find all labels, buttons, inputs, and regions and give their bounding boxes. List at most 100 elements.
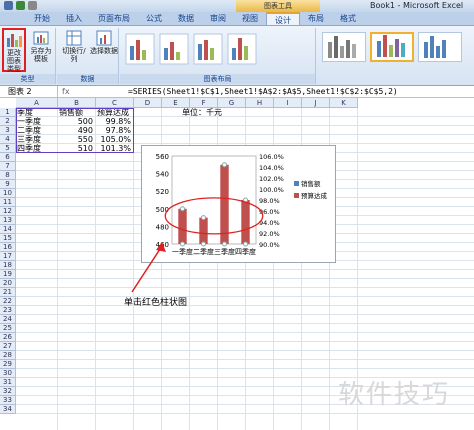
row-header[interactable]: 8 [0, 171, 16, 180]
chart-style-3[interactable] [418, 32, 462, 62]
row-header[interactable]: 14 [0, 225, 16, 234]
row-header[interactable]: 1 [0, 108, 16, 117]
template-icon [33, 31, 49, 45]
y-tick-label: 540 [156, 171, 169, 179]
row-header[interactable]: 28 [0, 351, 16, 360]
column-header[interactable]: J [302, 98, 330, 108]
bar[interactable] [220, 164, 229, 244]
chart-style-1[interactable] [322, 32, 366, 62]
row-header[interactable]: 26 [0, 333, 16, 342]
y-tick-label: 480 [156, 223, 169, 231]
row-header[interactable]: 16 [0, 243, 16, 252]
row-header[interactable]: 22 [0, 297, 16, 306]
formula-input[interactable]: =SERIES(Sheet1!$C$1,Sheet1!$A$2:$A$5,She… [128, 86, 398, 98]
save-template-button[interactable]: 另存为 模板 [29, 28, 53, 63]
selection-handle [243, 241, 248, 247]
bar[interactable] [199, 217, 208, 244]
row-header[interactable]: 25 [0, 324, 16, 333]
column-header[interactable]: H [246, 98, 274, 108]
chart-layouts-gallery[interactable] [120, 28, 316, 72]
tab-1[interactable]: 插入 [58, 12, 90, 25]
selection-handle [222, 162, 227, 168]
fx-icon[interactable]: fx [62, 86, 120, 98]
column-header[interactable]: I [274, 98, 302, 108]
x-tick-label: 二季度 [193, 247, 214, 256]
row-header[interactable]: 11 [0, 198, 16, 207]
y2-tick-label: 104.0% [259, 164, 284, 172]
tab-0[interactable]: 开始 [26, 12, 58, 25]
data-range-border [16, 108, 134, 153]
unit-label[interactable]: 单位：千元 [182, 108, 222, 117]
row-header[interactable]: 2 [0, 117, 16, 126]
column-header[interactable]: A [16, 98, 58, 108]
tab-5[interactable]: 审阅 [202, 12, 234, 25]
legend-label: 预算达成 [301, 191, 328, 200]
switch-icon [66, 30, 82, 46]
row-header[interactable]: 34 [0, 405, 16, 414]
selection-handle [201, 215, 206, 221]
row-header[interactable]: 32 [0, 387, 16, 396]
column-header[interactable]: G [218, 98, 246, 108]
row-header[interactable]: 19 [0, 270, 16, 279]
row-header[interactable]: 21 [0, 288, 16, 297]
column-header[interactable]: D [134, 98, 162, 108]
row-header[interactable]: 5 [0, 144, 16, 153]
bar[interactable] [241, 200, 250, 244]
column-header[interactable]: B [58, 98, 96, 108]
row-header[interactable]: 17 [0, 252, 16, 261]
chart-tools-label: 图表工具 [236, 0, 320, 12]
row-header[interactable]: 6 [0, 153, 16, 162]
column-header[interactable]: C [96, 98, 134, 108]
row-header[interactable]: 10 [0, 189, 16, 198]
row-header[interactable]: 29 [0, 360, 16, 369]
selection-handle [222, 241, 227, 247]
save-template-label: 另存为 模板 [30, 47, 52, 63]
title-bar: 图表工具 Book1 - Microsoft Excel [0, 0, 474, 12]
tab-7[interactable]: 设计 [266, 12, 300, 25]
row-header[interactable]: 3 [0, 126, 16, 135]
switch-row-col-button[interactable]: 切换行/列 [59, 30, 89, 63]
save-icon[interactable] [4, 1, 13, 10]
selection-handle [180, 241, 185, 247]
watermark: 软件技巧 [338, 380, 451, 410]
column-header[interactable]: K [330, 98, 358, 108]
tab-9[interactable]: 格式 [332, 12, 364, 25]
tab-8[interactable]: 布局 [300, 12, 332, 25]
row-header[interactable]: 15 [0, 234, 16, 243]
selection-handle [180, 206, 185, 212]
row-header[interactable]: 24 [0, 315, 16, 324]
group-layout: 图表布局 [120, 28, 316, 84]
redo-icon[interactable] [28, 1, 37, 10]
tab-2[interactable]: 页面布局 [90, 12, 138, 25]
name-box[interactable]: 图表 2 [0, 86, 58, 98]
change-chart-type-button[interactable]: 更改 图表类型 [2, 28, 26, 73]
group-type: 更改 图表类型 另存为 模板 类型 [0, 28, 56, 84]
row-header[interactable]: 7 [0, 162, 16, 171]
undo-icon[interactable] [16, 1, 25, 10]
row-header[interactable]: 27 [0, 342, 16, 351]
selection-handle [201, 241, 206, 247]
formula-bar: 图表 2 fx =SERIES(Sheet1!$C$1,Sheet1!$A$2:… [0, 86, 474, 98]
row-header[interactable]: 20 [0, 279, 16, 288]
row-header[interactable]: 9 [0, 180, 16, 189]
row-header[interactable]: 12 [0, 207, 16, 216]
legend-swatch [294, 193, 299, 198]
annotation-arrow [131, 242, 166, 293]
tab-3[interactable]: 公式 [138, 12, 170, 25]
tab-6[interactable]: 视图 [234, 12, 266, 25]
column-header[interactable]: F [190, 98, 218, 108]
ribbon: 更改 图表类型 另存为 模板 类型 切换行/列 选择数据 数据 图表布局 [0, 26, 474, 86]
tab-4[interactable]: 数据 [170, 12, 202, 25]
row-header[interactable]: 4 [0, 135, 16, 144]
row-header[interactable]: 23 [0, 306, 16, 315]
row-header[interactable]: 31 [0, 378, 16, 387]
row-header[interactable]: 18 [0, 261, 16, 270]
select-data-button[interactable]: 选择数据 [90, 30, 118, 55]
row-header[interactable]: 13 [0, 216, 16, 225]
chart-style-2[interactable] [370, 32, 414, 62]
row-header[interactable]: 33 [0, 396, 16, 405]
select-data-label: 选择数据 [90, 47, 118, 55]
bar[interactable] [178, 208, 187, 244]
column-header[interactable]: E [162, 98, 190, 108]
row-header[interactable]: 30 [0, 369, 16, 378]
